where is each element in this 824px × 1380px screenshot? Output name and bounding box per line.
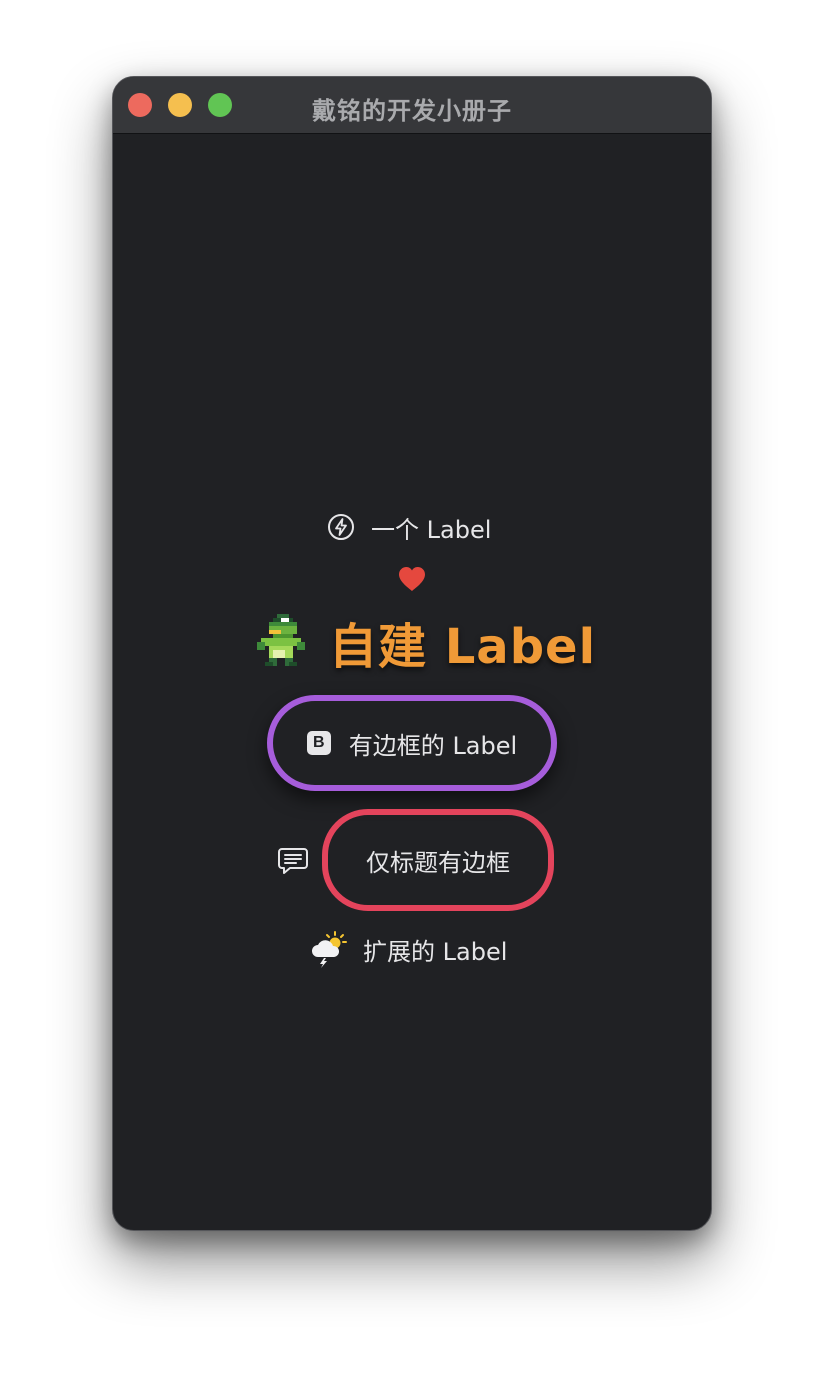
content-area: 一个 Label 自建 Label B 有边框的 Label 仅标题有边框 扩展… bbox=[113, 133, 711, 1230]
custom-label-text: 自建 Label bbox=[329, 619, 597, 675]
cloud-sun-bolt-icon bbox=[312, 931, 347, 968]
title-bar[interactable]: 戴铭的开发小册子 bbox=[113, 77, 711, 134]
window-title: 戴铭的开发小册子 bbox=[312, 97, 512, 125]
bordered-label: B 有边框的 Label bbox=[267, 695, 557, 791]
simple-label: 一个 Label bbox=[327, 511, 492, 544]
extended-label-text: 扩展的 Label bbox=[363, 937, 508, 966]
title-only-border-text: 仅标题有边框 bbox=[366, 848, 510, 877]
simple-label-text: 一个 Label bbox=[371, 515, 492, 544]
title-only-border-label: 仅标题有边框 bbox=[322, 809, 554, 911]
b-square-icon: B bbox=[306, 731, 331, 755]
app-window: 戴铭的开发小册子 一个 Label 自建 Label B 有边框的 Label … bbox=[112, 76, 712, 1231]
heart-icon bbox=[399, 567, 425, 591]
bolt-circle-icon bbox=[328, 514, 354, 540]
custom-label: 自建 Label bbox=[253, 611, 596, 675]
extended-label: 扩展的 Label bbox=[309, 929, 507, 969]
chat-bubble-icon bbox=[278, 848, 308, 874]
bordered-label-text: 有边框的 Label bbox=[348, 731, 518, 760]
pixel-frog-sprite bbox=[257, 614, 305, 666]
